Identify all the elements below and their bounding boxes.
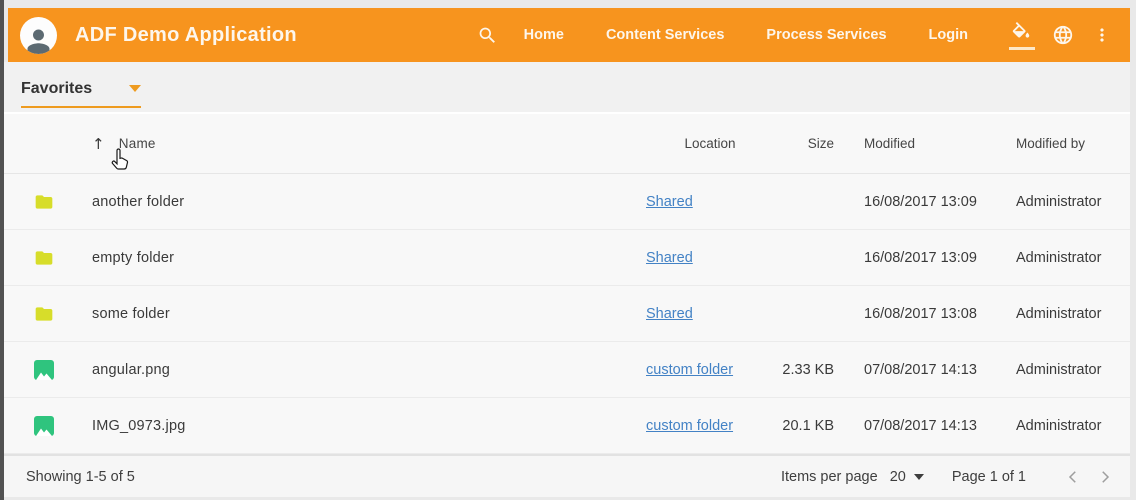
row-type-icon-cell bbox=[4, 416, 92, 436]
folder-icon bbox=[34, 248, 54, 268]
modified-column-header[interactable]: Modified bbox=[864, 136, 1014, 151]
showing-range-label: Showing 1-5 of 5 bbox=[26, 469, 135, 485]
pagination-bar: Showing 1-5 of 5 Items per page 20 Page … bbox=[4, 454, 1130, 497]
size-column-header[interactable]: Size bbox=[774, 136, 834, 151]
row-size: 2.33 KB bbox=[774, 362, 834, 378]
row-name: another folder bbox=[92, 194, 646, 210]
row-type-icon-cell bbox=[4, 192, 92, 212]
row-modified-by: Administrator bbox=[1016, 194, 1130, 210]
row-modified-by: Administrator bbox=[1016, 306, 1130, 322]
modified-by-column-header[interactable]: Modified by bbox=[1016, 136, 1130, 151]
row-type-icon-cell bbox=[4, 304, 92, 324]
color-fill-underline bbox=[1009, 47, 1035, 50]
chevron-left-icon[interactable] bbox=[1060, 464, 1086, 490]
page-indicator-label: Page 1 of 1 bbox=[952, 469, 1026, 485]
row-modified: 16/08/2017 13:08 bbox=[864, 306, 1014, 322]
table-row[interactable]: IMG_0973.jpg custom folder 20.1 KB 07/08… bbox=[4, 398, 1130, 454]
dropdown-caret-icon bbox=[129, 85, 141, 92]
table-row[interactable]: some folder Shared 16/08/2017 13:08 Admi… bbox=[4, 286, 1130, 342]
folder-icon bbox=[34, 304, 54, 324]
nav-item-login[interactable]: Login bbox=[929, 27, 968, 43]
row-name: empty folder bbox=[92, 250, 646, 266]
row-location-link[interactable]: Shared bbox=[646, 306, 693, 322]
main-nav: Home Content Services Process Services L… bbox=[524, 27, 1010, 43]
items-per-page-select[interactable]: 20 bbox=[890, 469, 924, 485]
items-per-page-label: Items per page bbox=[781, 469, 878, 485]
favorites-toolbar: Favorites bbox=[4, 62, 1130, 114]
row-location-link[interactable]: custom folder bbox=[646, 418, 733, 434]
folder-icon bbox=[34, 192, 54, 212]
table-row[interactable]: another folder Shared 16/08/2017 13:09 A… bbox=[4, 174, 1130, 230]
nav-item-process-services[interactable]: Process Services bbox=[766, 27, 886, 43]
search-icon[interactable] bbox=[477, 25, 498, 46]
image-file-icon bbox=[34, 360, 54, 380]
row-modified: 07/08/2017 14:13 bbox=[864, 362, 1014, 378]
app-title: ADF Demo Application bbox=[75, 24, 297, 47]
name-column-header[interactable]: ↑ Name bbox=[92, 135, 646, 153]
row-modified: 07/08/2017 14:13 bbox=[864, 418, 1014, 434]
nav-item-home[interactable]: Home bbox=[524, 27, 564, 43]
row-name: angular.png bbox=[92, 362, 646, 378]
table-row[interactable]: empty folder Shared 16/08/2017 13:09 Adm… bbox=[4, 230, 1130, 286]
dropdown-caret-icon bbox=[914, 474, 924, 480]
sort-ascending-icon: ↑ bbox=[92, 135, 105, 153]
window-left-edge bbox=[0, 0, 4, 500]
row-location-link[interactable]: Shared bbox=[646, 250, 693, 266]
row-name: some folder bbox=[92, 306, 646, 322]
items-per-page-value: 20 bbox=[890, 469, 906, 485]
document-list: ↑ Name Location Size Modified Modified b… bbox=[4, 114, 1130, 454]
chevron-right-icon[interactable] bbox=[1092, 464, 1118, 490]
favorites-dropdown[interactable]: Favorites bbox=[21, 80, 141, 108]
adf-app-window: ADF Demo Application Home Content Servic… bbox=[4, 0, 1130, 498]
row-modified: 16/08/2017 13:09 bbox=[864, 250, 1014, 266]
table-body: another folder Shared 16/08/2017 13:09 A… bbox=[4, 174, 1130, 454]
row-modified-by: Administrator bbox=[1016, 362, 1130, 378]
nav-item-content-services[interactable]: Content Services bbox=[606, 27, 724, 43]
user-avatar-icon[interactable] bbox=[20, 17, 57, 54]
language-globe-icon[interactable] bbox=[1052, 24, 1074, 46]
row-modified-by: Administrator bbox=[1016, 418, 1130, 434]
row-location-link[interactable]: Shared bbox=[646, 194, 693, 210]
row-type-icon-cell bbox=[4, 248, 92, 268]
color-fill-icon[interactable] bbox=[1010, 22, 1032, 48]
header-action-icons bbox=[1010, 22, 1112, 48]
favorites-label: Favorites bbox=[21, 80, 92, 98]
row-location-link[interactable]: custom folder bbox=[646, 362, 733, 378]
row-type-icon-cell bbox=[4, 360, 92, 380]
row-modified: 16/08/2017 13:09 bbox=[864, 194, 1014, 210]
row-name: IMG_0973.jpg bbox=[92, 418, 646, 434]
table-header-row: ↑ Name Location Size Modified Modified b… bbox=[4, 114, 1130, 174]
table-row[interactable]: angular.png custom folder 2.33 KB 07/08/… bbox=[4, 342, 1130, 398]
app-header-bar: ADF Demo Application Home Content Servic… bbox=[8, 8, 1130, 62]
more-vert-icon[interactable] bbox=[1092, 25, 1112, 45]
row-size: 20.1 KB bbox=[774, 418, 834, 434]
location-column-header[interactable]: Location bbox=[646, 136, 774, 151]
image-file-icon bbox=[34, 416, 54, 436]
name-column-label: Name bbox=[119, 136, 156, 151]
row-modified-by: Administrator bbox=[1016, 250, 1130, 266]
